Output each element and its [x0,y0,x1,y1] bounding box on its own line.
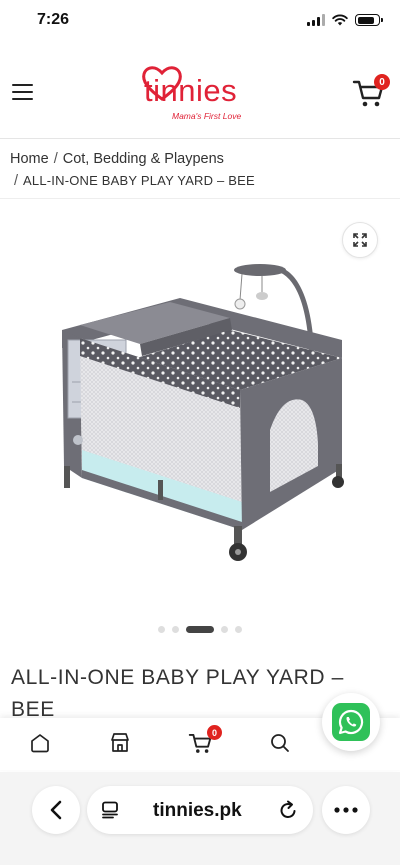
reload-icon[interactable] [277,799,299,821]
gallery-dot[interactable] [221,626,228,633]
menu-icon[interactable] [12,84,33,100]
store-icon [111,733,129,752]
battery-icon [355,14,383,26]
gallery-dot[interactable] [235,626,242,633]
gallery-dot[interactable] [172,626,179,633]
browser-toolbar: tinnies.pk [0,772,400,865]
gallery-dot[interactable] [158,626,165,633]
breadcrumb-divider [0,198,400,199]
wifi-icon [332,14,348,26]
chevron-left-icon [50,800,62,820]
header-divider [0,138,400,139]
site-header: tinnies Mama's First Love 0 [0,50,400,138]
gallery-dot[interactable] [186,626,214,633]
whatsapp-icon [338,709,364,735]
browser-back-button[interactable] [32,786,80,834]
more-icon [334,807,358,813]
nav-search[interactable] [267,730,293,756]
product-title: ALL-IN-ONE BABY PLAY YARD – BEE [11,666,344,721]
logo-text: tinnies [144,73,238,108]
logo-tagline: Mama's First Love [172,111,242,121]
cart-count-badge: 0 [374,74,390,90]
search-icon [271,734,289,752]
breadcrumb-home[interactable]: Home [10,151,49,167]
address-bar[interactable]: tinnies.pk [87,786,313,834]
signal-icon [307,14,325,26]
url-text: tinnies.pk [153,800,242,821]
nav-home[interactable] [27,730,53,756]
nav-cart-badge: 0 [207,725,222,740]
nav-cart[interactable]: 0 [187,725,222,756]
status-icons [307,14,383,26]
site-logo[interactable]: tinnies Mama's First Love [140,58,250,124]
breadcrumb-category[interactable]: Cot, Bedding & Playpens [63,151,224,167]
gallery-pagination [0,626,400,633]
product-image[interactable] [20,230,380,590]
nav-shop[interactable] [107,730,133,756]
browser-more-button[interactable] [322,786,370,834]
whatsapp-button[interactable] [322,693,380,751]
cart-button[interactable]: 0 [352,74,390,108]
breadcrumb-current: ALL-IN-ONE BABY PLAY YARD – BEE [23,173,255,188]
page-menu-icon[interactable] [101,801,121,819]
home-icon [31,734,49,753]
status-time: 7:26 [37,11,70,28]
breadcrumb: Home / Cot, Bedding & Playpens / ALL-IN-ONE… [10,151,255,189]
status-bar: 7:26 [0,0,400,44]
